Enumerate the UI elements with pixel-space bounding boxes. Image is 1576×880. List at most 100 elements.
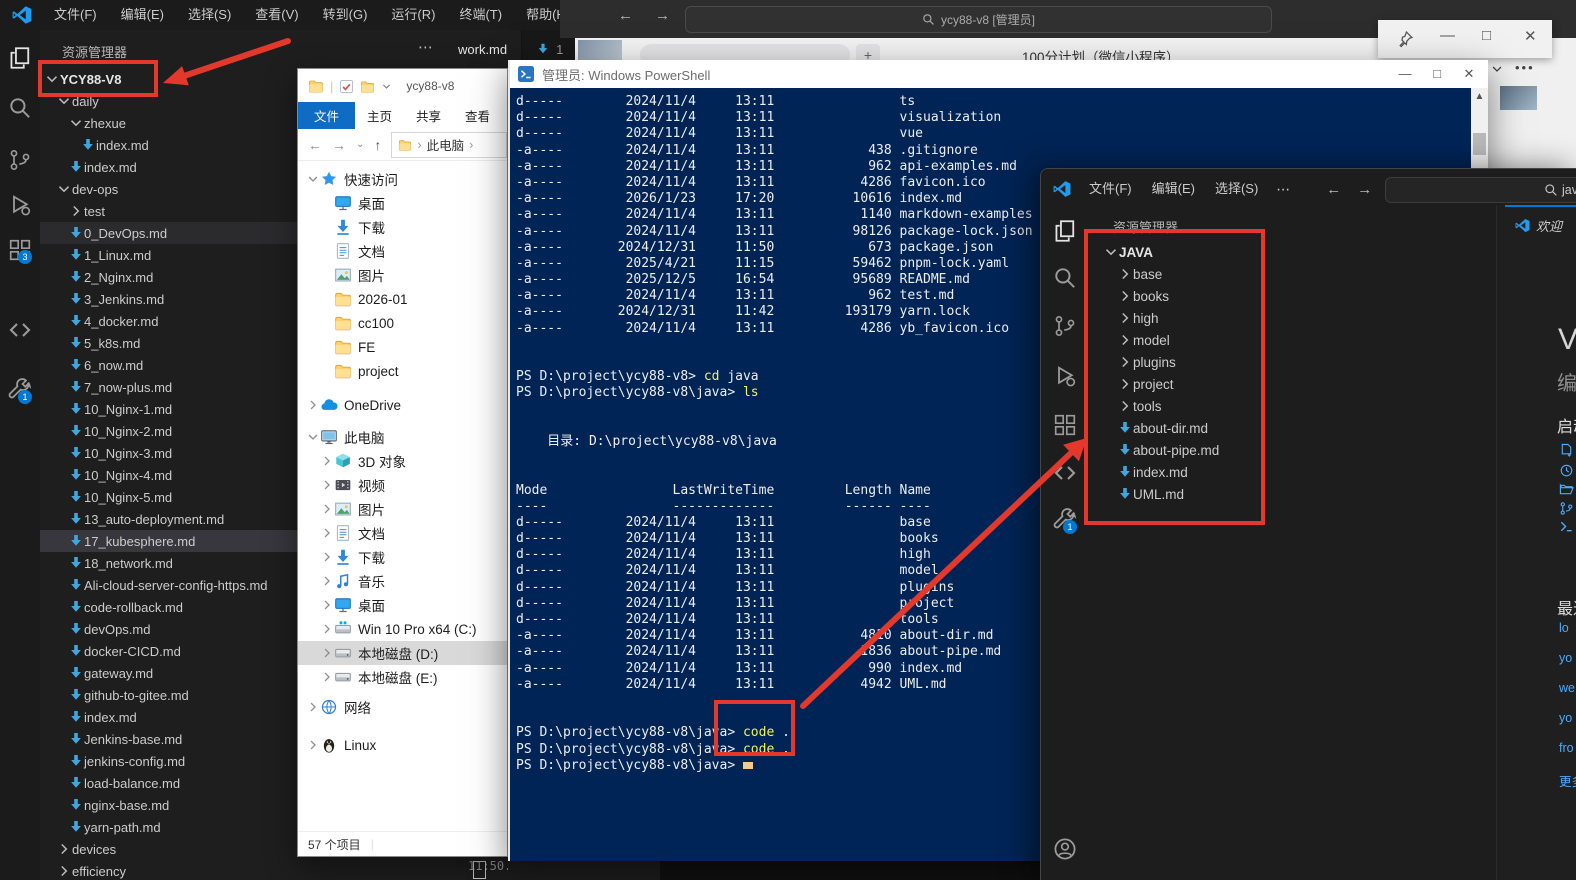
- tab-welcome[interactable]: 欢迎: [1505, 205, 1576, 243]
- folder-item-efficiency[interactable]: efficiency: [40, 860, 444, 880]
- up-icon[interactable]: ↑: [374, 137, 381, 153]
- explorer-item-音乐[interactable]: 音乐: [298, 569, 507, 593]
- explorer-item-2026-01[interactable]: 2026-01: [298, 287, 507, 311]
- recent-link[interactable]: yo: [1559, 651, 1572, 665]
- folder-item-plugins[interactable]: plugins: [1089, 351, 1496, 373]
- explorer-item-桌面[interactable]: 桌面: [298, 191, 507, 215]
- folder-item-JAVA[interactable]: JAVA: [1089, 241, 1496, 263]
- minimize-button[interactable]: —: [1390, 64, 1420, 84]
- background-nav-arrows[interactable]: ← →: [618, 7, 670, 24]
- chevron-right-icon[interactable]: [320, 478, 334, 492]
- command-center-search[interactable]: jav: [1385, 177, 1576, 203]
- files-activity-icon[interactable]: [1053, 219, 1077, 243]
- explorer-item-project[interactable]: project: [298, 359, 507, 383]
- folder-item-tools[interactable]: tools: [1089, 395, 1496, 417]
- chevron-right-icon[interactable]: [306, 398, 320, 412]
- chevron-right-icon[interactable]: [320, 526, 334, 540]
- more-actions-icon[interactable]: ⋯: [418, 38, 434, 56]
- recent-link[interactable]: lo: [1559, 621, 1569, 635]
- scm-activity-icon[interactable]: [8, 148, 32, 172]
- search-activity-icon[interactable]: [8, 96, 32, 120]
- debug-activity-icon[interactable]: [1053, 364, 1077, 388]
- explorer-item-cc100[interactable]: cc100: [298, 311, 507, 335]
- pin-icon[interactable]: [1396, 30, 1414, 48]
- recent-link[interactable]: fro: [1559, 741, 1574, 755]
- recent-link[interactable]: yo: [1559, 711, 1572, 725]
- ribbon-tab-共享[interactable]: 共享: [404, 102, 453, 129]
- explorer-item-3D 对象[interactable]: 3D 对象: [298, 449, 507, 473]
- chevron-right-icon[interactable]: [306, 700, 320, 714]
- menu-文件(F)[interactable]: 文件(F): [42, 7, 109, 22]
- chevron-down-icon[interactable]: [1490, 62, 1504, 76]
- file-item-index.md[interactable]: index.md: [1089, 461, 1496, 483]
- angles-activity-icon[interactable]: [1053, 461, 1077, 485]
- menu-选择(S)[interactable]: 选择(S): [176, 7, 243, 22]
- scm-activity-icon[interactable]: [1053, 314, 1077, 338]
- close-button[interactable]: ✕: [1454, 64, 1484, 84]
- ribbon-tab-文件[interactable]: 文件: [298, 102, 356, 129]
- menu-overflow-icon[interactable]: ⋯: [1268, 181, 1298, 198]
- customize-toolbar-icon[interactable]: [381, 81, 392, 92]
- history-icon[interactable]: [1559, 463, 1574, 478]
- folder-item-project[interactable]: project: [1089, 373, 1496, 395]
- scrollbar-thumb[interactable]: [1473, 133, 1486, 155]
- folder-item-base[interactable]: base: [1089, 263, 1496, 285]
- file-item-UML.md[interactable]: UML.md: [1089, 483, 1496, 505]
- recent-locations-icon[interactable]: ⌄: [356, 139, 364, 150]
- address-bar[interactable]: › 此电脑 ›: [391, 131, 507, 158]
- explorer-item-图片[interactable]: 图片: [298, 497, 507, 521]
- folder-item-books[interactable]: books: [1089, 285, 1496, 307]
- history-nav[interactable]: ← →: [1326, 181, 1372, 198]
- scroll-up-icon[interactable]: ▲: [1471, 88, 1488, 105]
- explorer-item-Linux[interactable]: Linux: [298, 733, 507, 757]
- chevron-right-icon[interactable]: [320, 574, 334, 588]
- notes-search-input[interactable]: [640, 44, 850, 60]
- close-button[interactable]: ✕: [1524, 27, 1537, 45]
- file-item-about-dir.md[interactable]: about-dir.md: [1089, 417, 1496, 439]
- menu-转到(G)[interactable]: 转到(G): [311, 7, 380, 22]
- chevron-right-icon[interactable]: [320, 550, 334, 564]
- chevron-right-icon[interactable]: [320, 454, 334, 468]
- explorer-item-本地磁盘 (E:)[interactable]: 本地磁盘 (E:): [298, 665, 507, 689]
- recent-link[interactable]: we: [1559, 681, 1575, 695]
- command-center-search[interactable]: ycy88-v8 [管理员]: [685, 6, 1272, 33]
- explorer-item-网络[interactable]: 网络: [298, 695, 507, 719]
- menu-选择(S)[interactable]: 选择(S): [1205, 181, 1268, 196]
- newfile-icon[interactable]: [1559, 443, 1574, 458]
- menu-文件(F)[interactable]: 文件(F): [1079, 181, 1142, 196]
- chevron-right-icon[interactable]: [306, 738, 320, 752]
- maximize-button[interactable]: □: [1482, 27, 1491, 44]
- explorer-item-此电脑[interactable]: 此电脑: [298, 425, 507, 449]
- explorer-item-文档[interactable]: 文档: [298, 521, 507, 545]
- chevron-right-icon[interactable]: [320, 670, 334, 684]
- chevron-down-icon[interactable]: [306, 430, 320, 444]
- menu-终端(T)[interactable]: 终端(T): [447, 7, 514, 22]
- ribbon-tab-主页[interactable]: 主页: [355, 102, 404, 129]
- account-icon[interactable]: [1053, 837, 1077, 861]
- menu-运行(R)[interactable]: 运行(R): [379, 7, 447, 22]
- folder-item-model[interactable]: model: [1089, 329, 1496, 351]
- debug-activity-icon[interactable]: [8, 193, 32, 217]
- explorer-item-快速访问[interactable]: 快速访问: [298, 167, 507, 191]
- more-link[interactable]: 更多...: [1559, 771, 1576, 790]
- new-folder-icon[interactable]: [360, 79, 375, 94]
- chevron-right-icon[interactable]: [320, 646, 334, 660]
- menu-编辑(E)[interactable]: 编辑(E): [109, 7, 176, 22]
- folder-item-high[interactable]: high: [1089, 307, 1496, 329]
- explorer-item-下载[interactable]: 下载: [298, 545, 507, 569]
- file-item-about-pipe.md[interactable]: about-pipe.md: [1089, 439, 1496, 461]
- forward-icon[interactable]: →: [332, 137, 346, 153]
- add-note-button[interactable]: +: [856, 44, 880, 60]
- chevron-right-icon[interactable]: [320, 598, 334, 612]
- search-activity-icon[interactable]: [1053, 266, 1077, 290]
- menu-编辑(E)[interactable]: 编辑(E): [1142, 181, 1205, 196]
- explorer-item-图片[interactable]: 图片: [298, 263, 507, 287]
- folderopen-icon[interactable]: [1559, 482, 1574, 497]
- chevron-down-icon[interactable]: [306, 172, 320, 186]
- explorer-item-OneDrive[interactable]: OneDrive: [298, 393, 507, 417]
- ribbon-tab-查看[interactable]: 查看: [453, 102, 502, 129]
- explorer-item-下载[interactable]: 下载: [298, 215, 507, 239]
- explorer-item-文档[interactable]: 文档: [298, 239, 507, 263]
- files-activity-icon[interactable]: [8, 46, 32, 70]
- maximize-button[interactable]: □: [1422, 64, 1452, 84]
